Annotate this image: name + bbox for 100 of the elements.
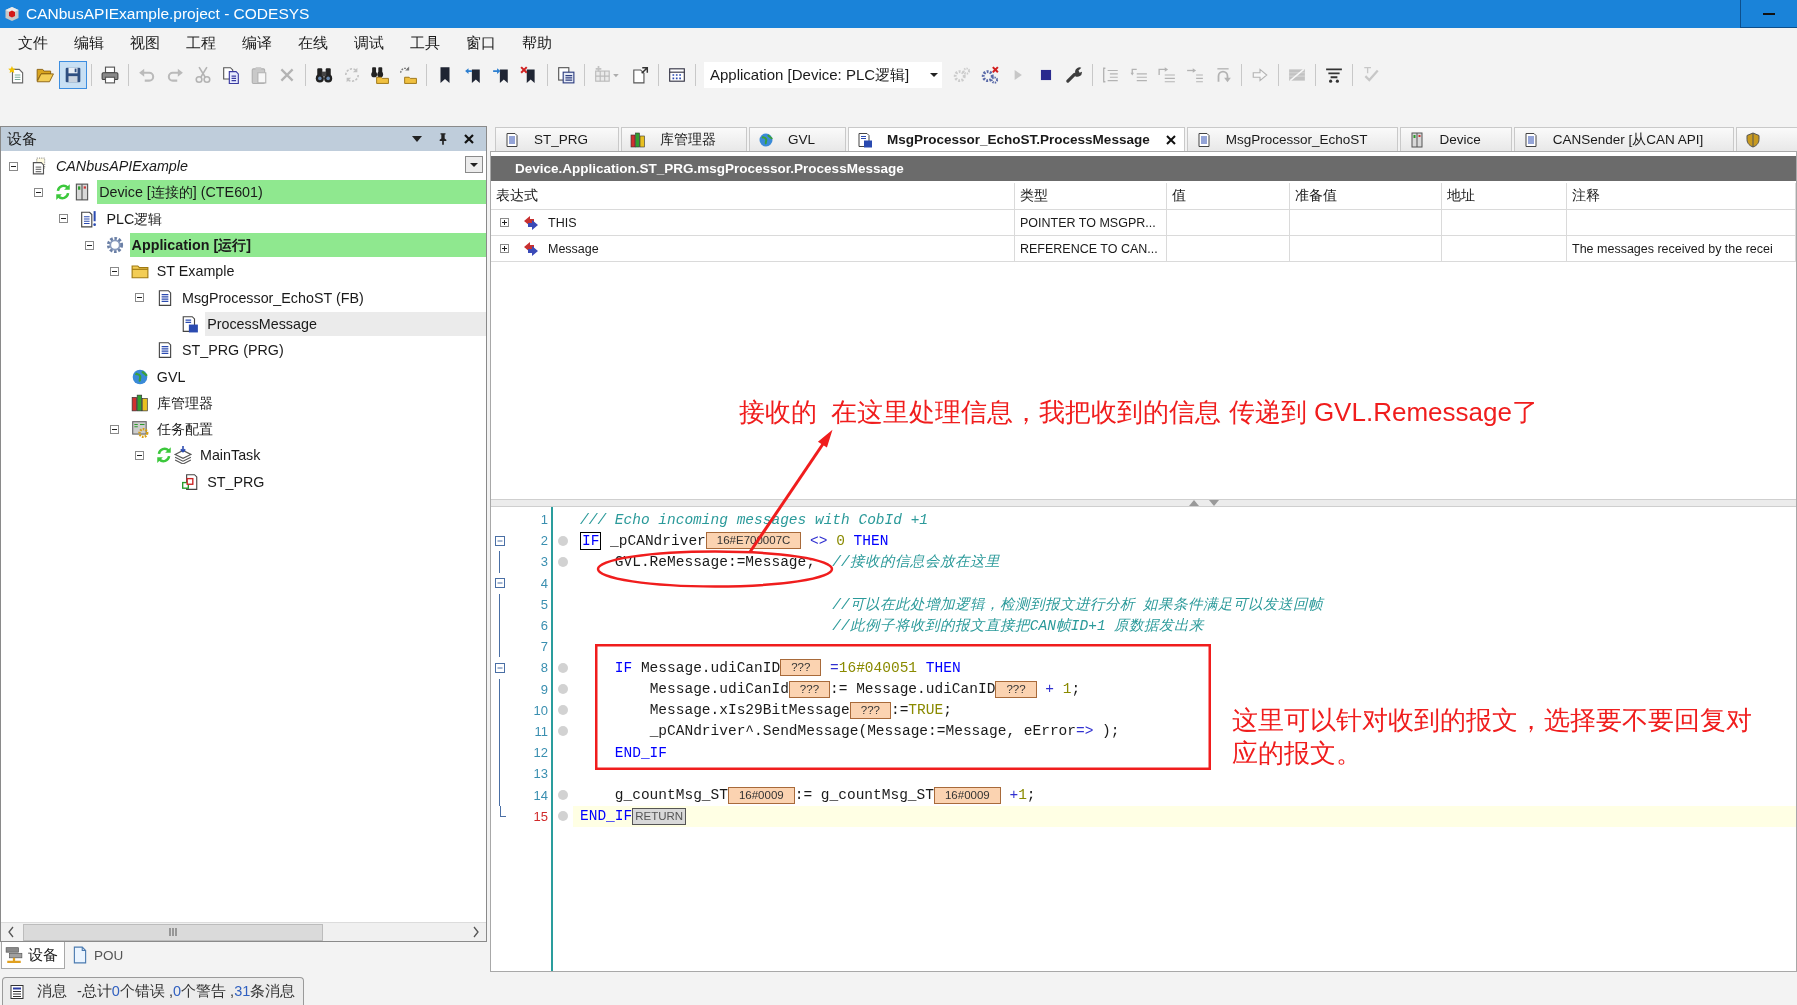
code-literal: 16#040051 <box>838 659 918 676</box>
caret-icon[interactable] <box>412 136 422 142</box>
collapse-icon[interactable] <box>109 266 119 276</box>
chevron-right-icon[interactable] <box>472 926 480 938</box>
expand-icon[interactable] <box>500 218 509 227</box>
arrows-icon <box>523 240 539 257</box>
code-comment: //可以在此处增加逻辑，检测到报文进行分析 如果条件满足可以发送回帧 <box>832 595 1324 614</box>
dot-icon[interactable] <box>558 726 568 737</box>
grip-icon <box>169 928 177 936</box>
tree-item[interactable]: ST_PRG (PRG) <box>180 338 286 363</box>
collapse-icon[interactable] <box>9 161 18 171</box>
tree-item[interactable]: ST Example <box>154 259 237 284</box>
editor-tab[interactable]: MsgProcessor_EchoST.ProcessMessage <box>848 127 1185 151</box>
dot-icon[interactable] <box>558 556 568 567</box>
code-text: GVL.ReMessage:=Message; <box>614 553 815 570</box>
page-arrow-icon[interactable] <box>631 66 649 84</box>
editor-tab[interactable]: GVL <box>749 127 847 151</box>
chevron-left-icon[interactable] <box>7 926 15 938</box>
monitor-value: 16#0009 <box>727 786 795 804</box>
binoculars-folder-icon[interactable] <box>371 66 389 84</box>
tree-item[interactable]: 库管理器 <box>154 390 215 415</box>
wrench-icon[interactable] <box>1065 66 1083 84</box>
dotted-grid-icon[interactable] <box>668 66 686 84</box>
code-operator: + <box>1009 787 1019 804</box>
tree-item[interactable]: CANbusAPIExample <box>54 154 190 179</box>
editor-tab[interactable]: MsgProcessor_EchoST <box>1186 127 1399 151</box>
collapse-icon[interactable] <box>84 240 94 250</box>
line-number: 1 <box>539 512 548 528</box>
dot-icon[interactable] <box>558 811 568 822</box>
printer-icon[interactable] <box>101 66 119 84</box>
menu-item[interactable]: 文件 <box>5 33 61 53</box>
menu-item[interactable]: 窗口 <box>453 33 509 53</box>
collapse-icon[interactable] <box>135 293 144 303</box>
code-text: := Message.udiCanID <box>830 681 996 698</box>
page-icon <box>71 946 89 964</box>
pin-icon[interactable] <box>438 133 448 145</box>
annotation-note: 接收的 在这里处理信息，我把收到的信息 传递到 GVL.Remessage了 <box>739 396 1538 428</box>
panel-gear-icon <box>130 420 149 439</box>
dot-icon[interactable] <box>558 705 568 716</box>
tree-item[interactable]: 任务配置 <box>154 417 215 442</box>
dot-icon[interactable] <box>558 662 568 673</box>
dot-icon[interactable] <box>558 535 568 546</box>
column-header: 注释 <box>1567 183 1796 210</box>
code-operator: => <box>1076 723 1094 740</box>
menu-item[interactable]: 在线 <box>285 33 341 53</box>
application-dropdown[interactable]: Application [Device: PLC逻辑] <box>704 62 942 88</box>
collapse-icon[interactable] <box>109 424 119 434</box>
column-header: 准备值 <box>1290 183 1442 210</box>
collapse-icon[interactable] <box>59 214 69 224</box>
tree-item[interactable]: MsgProcessor_EchoST (FB) <box>180 285 366 310</box>
tree-item[interactable]: ST_PRG <box>205 469 267 494</box>
tree-item[interactable]: GVL <box>154 364 188 389</box>
expand-icon[interactable] <box>500 244 509 253</box>
line-number: 11 <box>533 723 548 739</box>
two-pages-icon[interactable] <box>222 66 240 84</box>
open-folder-icon[interactable] <box>36 66 54 84</box>
bookmark-forward-icon[interactable] <box>492 66 510 84</box>
editor-tab[interactable]: CANSender [从CAN API] <box>1513 127 1735 151</box>
editor-tab[interactable] <box>1736 127 1797 151</box>
panel-tab[interactable]: POU <box>67 942 131 969</box>
code-literal: 0 <box>836 532 845 549</box>
code-text: Message.udiCanID <box>640 659 781 676</box>
editor-tab[interactable]: Device <box>1400 127 1512 151</box>
scrollbar-thumb[interactable] <box>23 923 323 941</box>
close-icon[interactable] <box>1165 134 1176 145</box>
menu-item[interactable]: 调试 <box>341 33 397 53</box>
menu-item[interactable]: 帮助 <box>509 33 565 53</box>
tree-item[interactable]: Application [运行] <box>129 233 486 258</box>
gears-cross-icon[interactable] <box>981 66 999 84</box>
line-number: 8 <box>539 660 548 676</box>
binoculars-icon[interactable] <box>315 66 333 84</box>
cart-icon[interactable] <box>1325 66 1343 84</box>
caret-icon[interactable] <box>465 156 483 173</box>
messages-tab[interactable]: 消息 -总计0个错误 ,0个警告 ,31条消息 <box>2 977 305 1005</box>
tree-item[interactable]: PLC逻辑 <box>104 206 165 231</box>
tree-item[interactable]: MainTask <box>198 443 263 468</box>
bookmark-cross-icon[interactable] <box>520 66 538 84</box>
editor-tab[interactable]: ST_PRG <box>495 127 619 151</box>
menu-item[interactable]: 编辑 <box>61 33 117 53</box>
menu-item[interactable]: 视图 <box>117 33 173 53</box>
dot-icon[interactable] <box>558 684 568 695</box>
collapse-icon[interactable] <box>135 450 144 460</box>
collapse-icon[interactable] <box>34 187 44 197</box>
globe-icon <box>130 367 149 386</box>
return-marker: RETURN <box>632 807 687 825</box>
dashed-arrows-folder-icon[interactable] <box>399 66 417 84</box>
menu-item[interactable]: 工程 <box>173 33 229 53</box>
column-header: 值 <box>1167 183 1290 210</box>
dot-icon[interactable] <box>558 790 568 801</box>
clipboard-list-icon[interactable] <box>557 66 575 84</box>
menu-item[interactable]: 编译 <box>229 33 285 53</box>
editor-tab[interactable]: 库管理器 <box>621 127 747 151</box>
menu-item[interactable]: 工具 <box>397 33 453 53</box>
panel-tab[interactable]: 设备 <box>1 942 65 969</box>
close-icon[interactable] <box>464 134 474 144</box>
tree-item[interactable]: Device [连接的] (CTE601) <box>97 180 486 205</box>
tree-item[interactable]: ProcessMessage <box>205 311 486 336</box>
new-document-icon[interactable] <box>8 66 26 84</box>
bookmark-back-icon[interactable] <box>464 66 482 84</box>
code-operator: <> <box>810 532 828 549</box>
